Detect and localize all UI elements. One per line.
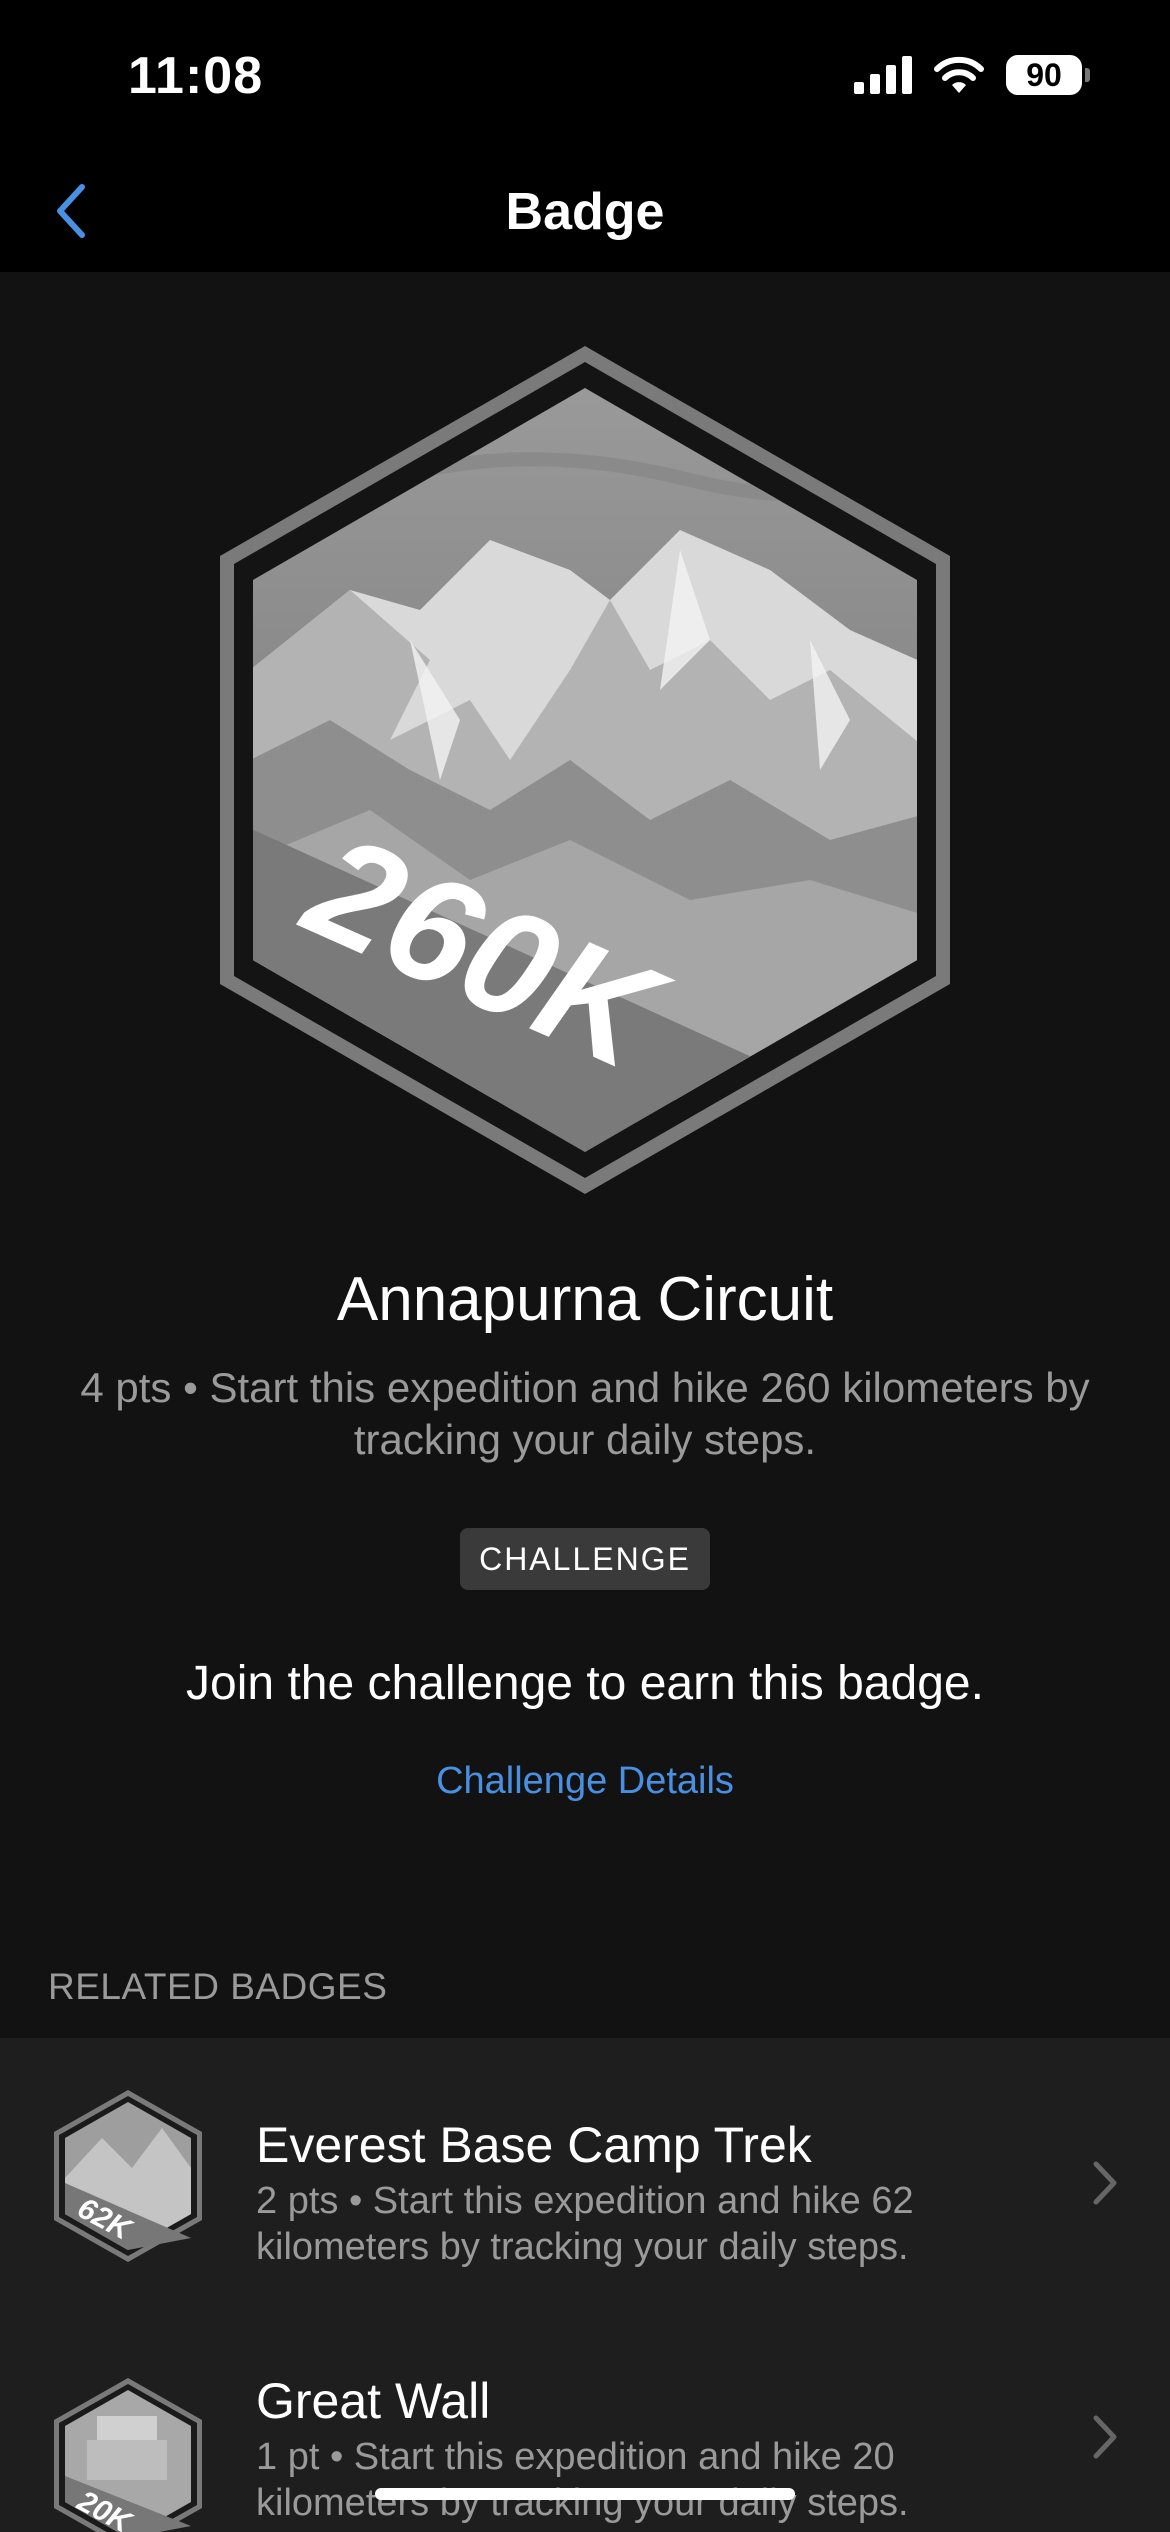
list-item[interactable]: 20K Great Wall 1 pt • Start this expedit… [0, 2326, 1170, 2532]
related-badge-description: 2 pts • Start this expedition and hike 6… [256, 2180, 914, 2268]
battery-tip [1085, 68, 1090, 82]
related-badges-list: 62K Everest Base Camp Trek 2 pts • Start… [0, 2038, 1170, 2532]
join-challenge-text: Join the challenge to earn this badge. [186, 1657, 984, 1710]
related-badge-title: Great Wall [256, 2373, 491, 2429]
related-badge-title: Everest Base Camp Trek [256, 2117, 812, 2173]
challenge-tag: CHALLENGE [460, 1528, 710, 1590]
navigation-bar: Badge [0, 150, 1170, 272]
status-bar: 11:08 90 [0, 0, 1170, 150]
home-indicator[interactable] [375, 2488, 795, 2500]
cellular-signal-icon [854, 56, 912, 94]
wifi-icon [934, 56, 984, 93]
status-time: 11:08 [128, 47, 264, 105]
chevron-right-icon [1093, 2415, 1117, 2459]
status-icons: 90 [854, 52, 1090, 98]
list-item[interactable]: 62K Everest Base Camp Trek 2 pts • Start… [0, 2038, 1170, 2326]
related-badge-description: 1 pt • Start this expedition and hike 20… [256, 2436, 909, 2524]
chevron-right-icon [1093, 2161, 1117, 2205]
badge-name: Annapurna Circuit [336, 1265, 834, 1334]
badge-description: 4 pts • Start this expedition and hike 2… [80, 1364, 1090, 1463]
battery-level: 90 [1006, 55, 1082, 95]
great-wall-badge-icon: 20K [54, 2378, 202, 2532]
page-title: Badge [505, 183, 665, 241]
battery-indicator: 90 [1006, 55, 1090, 95]
badge-image: 260K [220, 346, 950, 1194]
challenge-details-link[interactable]: Challenge Details [0, 1760, 1170, 1803]
related-badges-header: RELATED BADGES [48, 1966, 388, 2007]
everest-badge-icon: 62K [54, 2090, 202, 2262]
